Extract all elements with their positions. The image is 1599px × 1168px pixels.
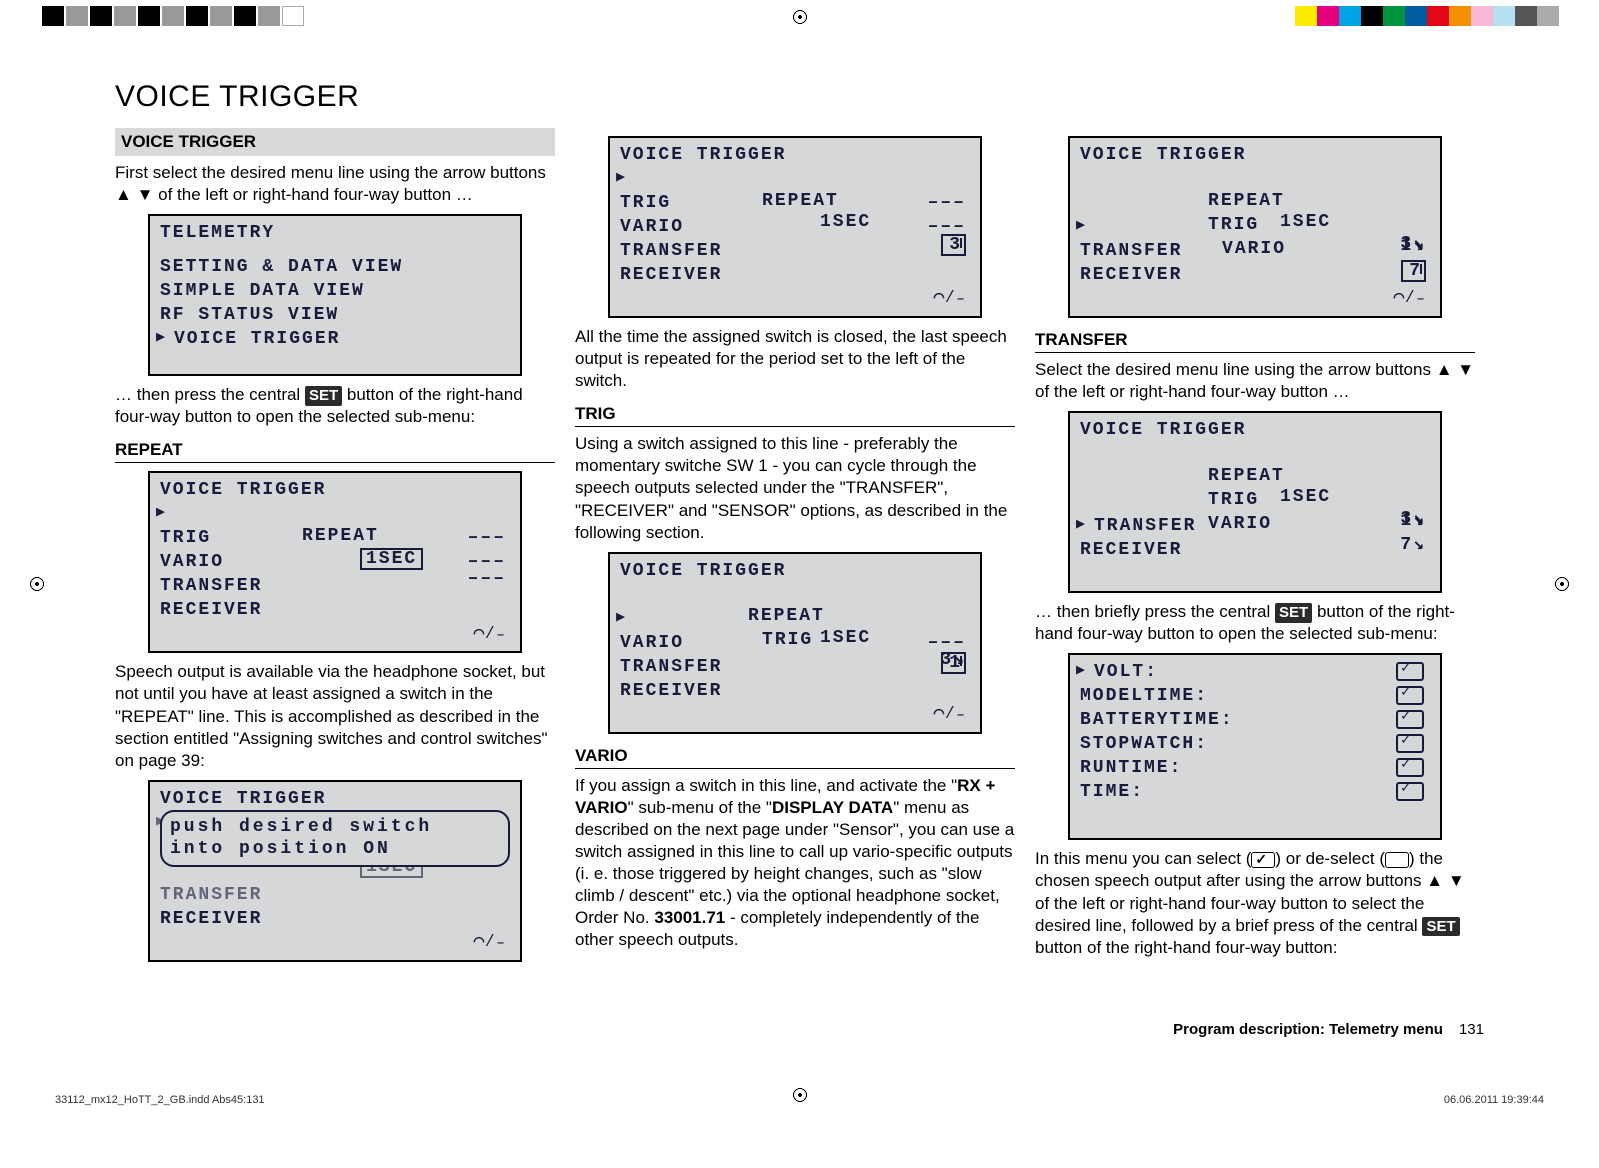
lcd-voice-repeat-edit: VOICE TRIGGER REPEAT 1SEC ––– TRIG––– VA…	[148, 471, 522, 653]
lcd-voice-repeat-sw3: VOICE TRIGGER REPEAT 1SEC 3 TRIG––– VARI…	[608, 136, 982, 318]
lcd-voice-trig-sw1: VOICE TRIGGER REPEAT 1SEC 3↘ TRIG 1 VARI…	[608, 552, 982, 734]
body-text: First select the desired menu line using…	[115, 162, 555, 206]
page-title: VOICE TRIGGER	[115, 80, 1485, 114]
set-button-label: SET	[1422, 917, 1459, 937]
file-date: 06.06.2011 19:39:44	[1444, 1094, 1544, 1106]
body-text: All the time the assigned switch is clos…	[575, 326, 1015, 392]
toggle-icon: ⌒⁄₋	[1394, 288, 1426, 310]
arrow-up-icon: ▲	[115, 185, 132, 204]
lcd-voice-transfer: VOICE TRIGGER REPEAT 1SEC 3↘ TRIG 1↘ VAR…	[1068, 411, 1442, 593]
body-text: Select the desired menu line using the a…	[1035, 359, 1475, 403]
lcd-voice-assign-switch: VOICE TRIGGER REPEAT 1SEC TRANSFER RECEI…	[148, 780, 522, 962]
arrow-up-icon: ▲	[1426, 871, 1443, 890]
subheading-repeat: REPEAT	[115, 438, 555, 463]
body-text: Speech output is available via the headp…	[115, 661, 555, 771]
set-button-label: SET	[1275, 603, 1312, 623]
toggle-icon: ⌒⁄₋	[934, 288, 966, 310]
indesign-slug: 33112_mx12_HoTT_2_GB.indd Abs45:131 06.0…	[55, 1094, 1544, 1106]
section-heading: VOICE TRIGGER	[115, 128, 555, 156]
body-text: Using a switch assigned to this line - p…	[575, 433, 1015, 543]
body-text: … then press the central SET button of t…	[115, 384, 555, 428]
lcd-voice-vario-sw7: VOICE TRIGGER REPEAT 1SEC 3↘ TRIG 1↘ VAR…	[1068, 136, 1442, 318]
checked-box-icon	[1251, 852, 1275, 868]
toggle-icon: ⌒⁄₋	[474, 624, 506, 646]
column-3: VOICE TRIGGER REPEAT 1SEC 3↘ TRIG 1↘ VAR…	[1035, 128, 1475, 970]
crosshair-icon	[789, 6, 811, 28]
page-footer: Program description: Telemetry menu 131	[115, 1021, 1484, 1038]
subheading-trig: TRIG	[575, 402, 1015, 427]
body-text: In this menu you can select () or de-sel…	[1035, 848, 1475, 958]
subheading-vario: VARIO	[575, 744, 1015, 769]
page-number: 131	[1459, 1021, 1484, 1038]
file-name: 33112_mx12_HoTT_2_GB.indd Abs45:131	[55, 1094, 265, 1106]
page-content: VOICE TRIGGER VOICE TRIGGER First select…	[115, 80, 1485, 970]
set-button-label: SET	[305, 386, 342, 406]
arrow-up-icon: ▲	[1436, 360, 1453, 379]
lcd-popup: push desired switch into position ON	[160, 810, 510, 867]
arrow-down-icon: ▼	[1457, 360, 1474, 379]
arrow-down-icon: ▼	[137, 185, 154, 204]
unchecked-box-icon	[1385, 852, 1409, 868]
toggle-icon: ⌒⁄₋	[474, 932, 506, 954]
footer-title: Program description: Telemetry menu	[1173, 1021, 1443, 1038]
toggle-icon: ⌒⁄₋	[934, 704, 966, 726]
lcd-transfer-options: VOLT: MODELTIME: BATTERYTIME: STOPWATCH:…	[1068, 653, 1442, 840]
crosshair-icon	[26, 573, 48, 595]
body-text: … then briefly press the central SET but…	[1035, 601, 1475, 645]
body-text: If you assign a switch in this line, and…	[575, 775, 1015, 952]
crosshair-icon	[1551, 573, 1573, 595]
column-1: VOICE TRIGGER First select the desired m…	[115, 128, 555, 970]
lcd-telemetry: TELEMETRY SETTING & DATA VIEW SIMPLE DAT…	[148, 214, 522, 376]
arrow-down-icon: ▼	[1448, 871, 1465, 890]
column-2: VOICE TRIGGER REPEAT 1SEC 3 TRIG––– VARI…	[575, 128, 1015, 970]
subheading-transfer: TRANSFER	[1035, 328, 1475, 353]
